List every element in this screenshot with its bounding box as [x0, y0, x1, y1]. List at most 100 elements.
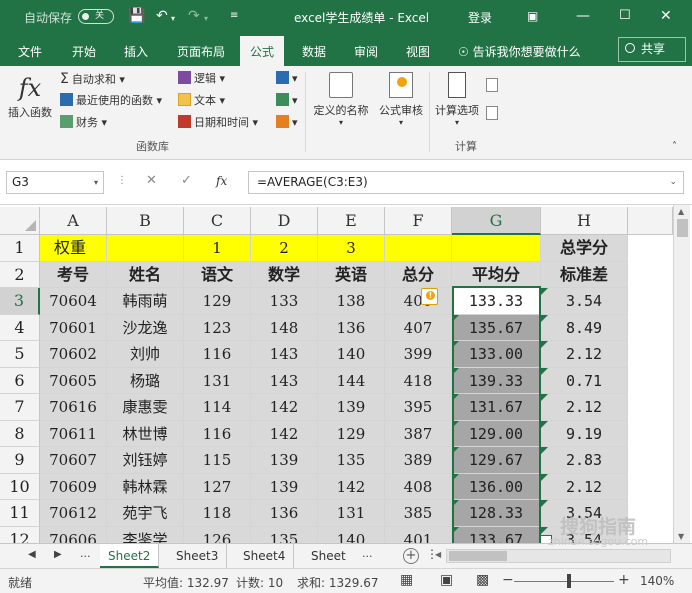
vertical-scrollbar[interactable]: ▲ ▼ [673, 205, 690, 543]
insert-function-icon[interactable]: fx [216, 174, 227, 188]
row-header-6[interactable]: 6 [0, 367, 40, 394]
cell-d7[interactable]: 142 [251, 394, 318, 421]
column-header-c[interactable]: C [184, 207, 251, 235]
cell-a6[interactable]: 70605 [40, 367, 107, 394]
cell-e6[interactable]: 144 [318, 367, 385, 394]
cell-f10[interactable]: 408 [385, 473, 452, 500]
cell-e11[interactable]: 131 [318, 500, 385, 527]
row-header-1[interactable]: 1 [0, 235, 40, 262]
prev-sheet-icon[interactable]: ◀ [28, 549, 36, 560]
cell-c4[interactable]: 123 [184, 314, 251, 341]
minimize-icon[interactable]: — [576, 7, 590, 25]
cell-b8[interactable]: 林世博 [107, 420, 184, 447]
cell-g5[interactable]: 133.00 [452, 341, 541, 368]
cell-c1[interactable]: 1 [184, 235, 251, 262]
cell-b3[interactable]: 韩雨萌 [107, 288, 184, 315]
tab-insert[interactable]: 插入 [124, 43, 148, 60]
column-header-b[interactable]: B [107, 207, 184, 235]
formula-input[interactable]: =AVERAGE(C3:E3) ⌄ [248, 171, 684, 194]
cell-a7[interactable]: 70616 [40, 394, 107, 421]
normal-view-icon[interactable]: ▦ [400, 572, 413, 588]
collapse-ribbon-icon[interactable]: ˄ [672, 138, 677, 156]
horizontal-scrollbar[interactable]: ◀ [435, 549, 671, 563]
cell-e9[interactable]: 135 [318, 447, 385, 474]
cell-e2[interactable]: 英语 [318, 261, 385, 288]
cell-h5[interactable]: 2.12 [541, 341, 628, 368]
cell-a11[interactable]: 70612 [40, 500, 107, 527]
autosum-button[interactable]: Σ 自动求和 ▾ [60, 70, 125, 88]
cell-f7[interactable]: 395 [385, 394, 452, 421]
cell-g2[interactable]: 平均分 [452, 261, 541, 288]
cell-e1[interactable]: 3 [318, 235, 385, 262]
undo-icon[interactable]: ↶ [156, 7, 168, 25]
page-layout-view-icon[interactable]: ▣ [440, 572, 453, 588]
calc-sheet-button[interactable] [486, 106, 501, 124]
cell-d4[interactable]: 148 [251, 314, 318, 341]
hscroll-thumb[interactable] [449, 551, 507, 561]
cell-f3[interactable]: 400 [385, 288, 452, 315]
cell-g12[interactable]: 133.67 [452, 526, 541, 543]
cell-b2[interactable]: 姓名 [107, 261, 184, 288]
sheet-tab-sheet3[interactable]: Sheet3 [168, 544, 228, 568]
maximize-icon[interactable]: ☐ [619, 7, 631, 25]
cell-c2[interactable]: 语文 [184, 261, 251, 288]
enter-check-icon[interactable]: ✓ [181, 173, 192, 188]
cell-a2[interactable]: 考号 [40, 261, 107, 288]
row-header-7[interactable]: 7 [0, 394, 40, 421]
calc-now-button[interactable] [486, 78, 501, 96]
cell-g3[interactable]: 133.33 [452, 288, 541, 315]
undo-dropdown-icon[interactable]: ▾ [171, 10, 175, 28]
cell-d11[interactable]: 136 [251, 500, 318, 527]
cell-g8[interactable]: 129.00 [452, 420, 541, 447]
zoom-slider[interactable] [514, 581, 614, 582]
cell-d2[interactable]: 数学 [251, 261, 318, 288]
tab-formulas[interactable]: 公式 [240, 36, 285, 66]
cell-f4[interactable]: 407 [385, 314, 452, 341]
save-icon[interactable]: 💾 [128, 7, 145, 25]
recent-functions-button[interactable]: 最近使用的函数 ▾ [60, 92, 162, 110]
chevron-down-icon[interactable]: ▾ [94, 172, 98, 193]
add-sheet-icon[interactable]: + [403, 548, 419, 564]
cell-a12[interactable]: 70606 [40, 526, 107, 543]
cell-g10[interactable]: 136.00 [452, 473, 541, 500]
column-header-e[interactable]: E [318, 207, 385, 235]
cell-f9[interactable]: 389 [385, 447, 452, 474]
tab-page-layout[interactable]: 页面布局 [177, 43, 225, 60]
cell-h7[interactable]: 2.12 [541, 394, 628, 421]
cancel-icon[interactable]: ✕ [146, 173, 157, 188]
autosave-toggle[interactable]: 关 [78, 9, 114, 24]
cell-c7[interactable]: 114 [184, 394, 251, 421]
more-sheets-icon[interactable]: ... [362, 547, 373, 560]
cell-c11[interactable]: 118 [184, 500, 251, 527]
finance-button[interactable]: 财务 ▾ [60, 114, 107, 132]
tab-review[interactable]: 审阅 [354, 43, 378, 60]
logical-button[interactable]: 逻辑 ▾ [178, 70, 225, 88]
cell-d1[interactable]: 2 [251, 235, 318, 262]
more-sheets-icon[interactable]: ... [80, 547, 91, 560]
cell-b6[interactable]: 杨璐 [107, 367, 184, 394]
cell-h9[interactable]: 2.83 [541, 447, 628, 474]
insert-function-button[interactable]: fx 插入函数 [6, 72, 54, 120]
error-warning-icon[interactable] [421, 288, 438, 305]
next-sheet-icon[interactable]: ▶ [54, 549, 62, 560]
cell-c6[interactable]: 131 [184, 367, 251, 394]
tab-file[interactable]: 文件 [18, 43, 42, 60]
zoom-out-icon[interactable]: − [502, 572, 514, 588]
cell-h6[interactable]: 0.71 [541, 367, 628, 394]
row-header-12[interactable]: 12 [0, 526, 40, 543]
cell-a4[interactable]: 70601 [40, 314, 107, 341]
tell-me-search[interactable]: ☉ 告诉我你想要做什么 [458, 43, 581, 60]
cell-b1[interactable] [107, 235, 184, 262]
lookup-button[interactable]: ▾ [276, 70, 298, 88]
tab-view[interactable]: 视图 [406, 43, 430, 60]
cell-c3[interactable]: 129 [184, 288, 251, 315]
cell-h8[interactable]: 9.19 [541, 420, 628, 447]
defined-names-button[interactable]: 定义的名称 ▾ [310, 72, 372, 127]
page-break-view-icon[interactable]: ▩ [476, 572, 489, 588]
cell-b12[interactable]: 李鉴学 [107, 526, 184, 543]
redo-icon[interactable]: ↷ [188, 7, 200, 25]
cell-e3[interactable]: 138 [318, 288, 385, 315]
column-header-a[interactable]: A [40, 207, 107, 235]
datetime-button[interactable]: 日期和时间 ▾ [178, 114, 258, 132]
cell-b7[interactable]: 康惠雯 [107, 394, 184, 421]
